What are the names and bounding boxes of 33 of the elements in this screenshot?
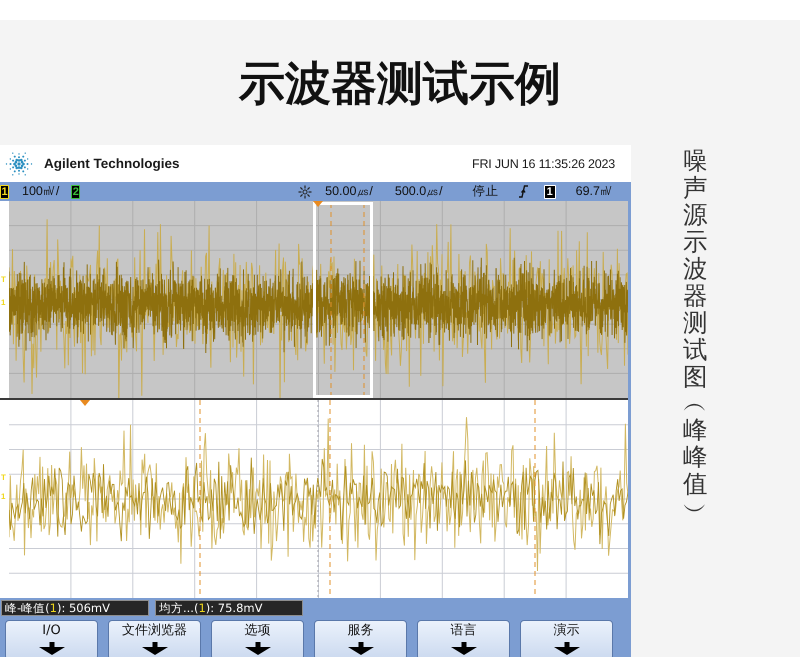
side-caption: 噪声源示波器测试图︵峰峰值︶ (683, 148, 708, 526)
down-arrow-icon (552, 642, 580, 655)
zoom-timebase: 50.00㎲/ (325, 183, 373, 200)
softkey-button[interactable]: I/O (5, 620, 98, 657)
rising-edge-icon (518, 185, 528, 198)
trigger-source-badge: 1 (544, 184, 556, 198)
channel-badge[interactable]: 2 (71, 184, 80, 198)
channel-marker: T (1, 473, 6, 482)
sun-icon (298, 184, 312, 198)
channel-marker: 1 (1, 492, 6, 501)
page-title: 示波器测试示例 (239, 58, 561, 108)
down-arrow-icon (38, 642, 66, 655)
softkey-button[interactable]: 演示 (520, 620, 613, 657)
down-arrow-icon (140, 642, 168, 655)
softkey-button[interactable]: 文件浏览器 (108, 620, 201, 657)
down-arrow-icon (346, 642, 374, 655)
channel-scale: 100㎷/ (22, 183, 60, 200)
softkey-button[interactable]: 选项 (211, 620, 304, 657)
softkey-button[interactable]: 语言 (417, 620, 510, 657)
down-arrow-icon (244, 642, 272, 655)
measurement-readout: 均方...(1): 75.8mV (155, 600, 303, 616)
channel-marker: T (1, 275, 6, 284)
trigger-level: 69.7㎷ (576, 183, 613, 200)
measurement-readout: 峰-峰值(1): 506mV (1, 600, 149, 616)
starburst-logo-icon (5, 150, 33, 178)
channel-marker: 1 (1, 298, 6, 307)
main-timebase: 500.0㎲/ (394, 183, 443, 200)
brand-name: Agilent Technologies (44, 156, 180, 171)
down-arrow-icon (450, 642, 478, 655)
date-time: FRI JUN 16 11:35:26 2023 (472, 156, 615, 170)
run-state: 停止 (472, 183, 499, 200)
softkey-button[interactable]: 服务 (314, 620, 407, 657)
channel-badge[interactable]: 1 (0, 184, 9, 198)
